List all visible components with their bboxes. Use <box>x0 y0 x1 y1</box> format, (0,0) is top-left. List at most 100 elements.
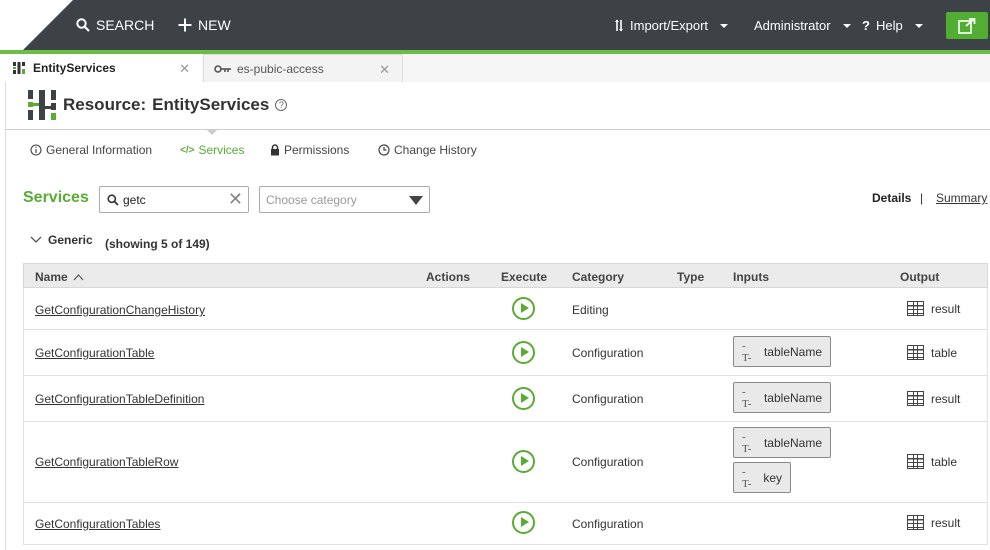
output-cell: result <box>907 391 960 406</box>
input-chip[interactable]: -T- key <box>733 462 791 493</box>
subnav-label: Permissions <box>284 143 350 157</box>
sort-arrows-icon <box>615 19 623 32</box>
service-name-link[interactable]: GetConfigurationTableDefinition <box>35 392 204 406</box>
import-export-label: Import/Export <box>630 18 709 33</box>
subnav-permissions[interactable]: Permissions <box>270 143 349 157</box>
output-label: table <box>931 454 958 469</box>
execute-play-icon[interactable] <box>512 387 535 410</box>
tab-es-pubic-access[interactable]: es-pubic-access ✕ <box>203 54 403 82</box>
new-button[interactable]: NEW <box>178 17 231 33</box>
column-header-execute: Execute <box>501 270 548 284</box>
help-menu[interactable]: ? Help <box>862 18 923 33</box>
subnav-label: Change History <box>394 143 477 157</box>
chevron-down-icon <box>30 236 42 243</box>
category-cell: Configuration <box>572 517 644 531</box>
user-menu[interactable]: Administrator <box>754 18 851 33</box>
service-search-input[interactable]: getc ✕ <box>99 186 249 213</box>
execute-play-icon[interactable] <box>512 297 535 320</box>
output-label: table <box>931 345 958 360</box>
table-row: GetConfigurationTables Configuration res… <box>23 503 988 545</box>
table-icon <box>907 515 924 530</box>
import-export-menu[interactable]: Import/Export <box>614 18 729 33</box>
group-header-generic[interactable]: Generic (showing 5 of 149) <box>30 233 210 251</box>
service-name-link[interactable]: GetConfigurationTables <box>35 517 160 531</box>
resource-name: EntityServices <box>152 95 270 114</box>
service-name-link[interactable]: GetConfigurationTable <box>35 346 154 360</box>
input-label: key <box>763 470 782 485</box>
output-cell: result <box>907 301 960 316</box>
help-label: Help <box>875 18 903 33</box>
clear-icon[interactable]: ✕ <box>228 190 243 208</box>
close-icon[interactable]: ✕ <box>179 61 190 77</box>
text-type-icon: -T- <box>742 385 752 410</box>
column-header-inputs: Inputs <box>733 270 769 284</box>
service-name-link[interactable]: GetConfigurationTableRow <box>35 455 178 469</box>
subnav-services[interactable]: </> Services <box>180 143 244 157</box>
category-cell: Configuration <box>572 392 644 406</box>
subnav-general-information[interactable]: General Information <box>30 143 152 157</box>
execute-play-icon[interactable] <box>512 341 535 364</box>
search-button[interactable]: SEARCH <box>76 17 154 33</box>
tab-label: EntityServices <box>33 61 116 75</box>
service-name-link[interactable]: GetConfigurationChangeHistory <box>35 303 205 317</box>
chevron-down-icon <box>914 23 923 28</box>
help-circle-icon[interactable]: ? <box>275 99 288 111</box>
column-header-type[interactable]: Type <box>677 270 704 284</box>
chevron-down-icon <box>409 196 423 205</box>
logo-corner-slant <box>22 0 73 51</box>
search-icon <box>76 18 90 32</box>
launch-button[interactable] <box>946 12 988 39</box>
info-icon <box>30 144 42 156</box>
input-label: tableName <box>763 344 822 359</box>
execute-play-icon[interactable] <box>512 450 535 473</box>
subnav-change-history[interactable]: Change History <box>378 143 477 157</box>
external-link-icon <box>958 17 976 34</box>
resource-icon <box>13 62 25 74</box>
input-label: tableName <box>763 390 822 405</box>
clock-icon <box>378 144 390 156</box>
text-type-icon: -T- <box>742 465 752 490</box>
input-chip[interactable]: -T- tableName <box>733 427 831 458</box>
tab-label: es-pubic-access <box>237 61 324 76</box>
table-row: GetConfigurationChangeHistory Editing re… <box>23 288 988 330</box>
input-chip[interactable]: -T- tableName <box>733 382 831 413</box>
resource-prefix: Resource: <box>63 95 147 114</box>
column-header-output: Output <box>900 270 940 284</box>
text-type-icon: -T- <box>742 339 752 364</box>
logo-corner <box>0 0 22 51</box>
column-header-category[interactable]: Category <box>572 270 624 284</box>
close-icon[interactable]: ✕ <box>379 62 390 78</box>
content-border <box>5 82 6 550</box>
user-label: Administrator <box>754 18 831 33</box>
lock-icon <box>271 144 279 156</box>
output-cell: result <box>907 515 960 530</box>
active-section-pointer <box>206 129 218 135</box>
column-header-name[interactable]: Name <box>35 270 84 284</box>
output-cell: table <box>907 345 957 360</box>
category-cell: Configuration <box>572 346 644 360</box>
output-cell: table <box>907 454 957 469</box>
sort-ascending-icon <box>73 273 84 280</box>
subnav-label: General Information <box>46 143 153 157</box>
chevron-down-icon <box>720 23 729 28</box>
category-select[interactable]: Choose category <box>259 186 430 213</box>
column-label: Name <box>35 270 68 284</box>
text-type-icon: -T- <box>742 430 752 455</box>
output-label: result <box>931 301 961 316</box>
input-chip[interactable]: -T- tableName <box>733 336 831 367</box>
top-bar: SEARCH NEW Import/Export Administrator ?… <box>0 0 990 54</box>
output-label: result <box>931 515 961 530</box>
execute-play-icon[interactable] <box>512 511 535 534</box>
tab-entityservices[interactable]: EntityServices ✕ <box>0 54 202 82</box>
new-label: NEW <box>198 17 231 33</box>
table-icon <box>907 391 924 406</box>
header-divider <box>5 129 990 130</box>
help-icon: ? <box>862 18 870 33</box>
view-separator: | <box>920 191 924 205</box>
summary-view-link[interactable]: Summary <box>936 191 987 205</box>
table-icon <box>907 454 924 469</box>
details-view-link[interactable]: Details <box>872 191 911 205</box>
group-name: Generic <box>48 233 93 247</box>
subnav-label: Services <box>198 143 245 157</box>
search-icon <box>107 194 119 206</box>
